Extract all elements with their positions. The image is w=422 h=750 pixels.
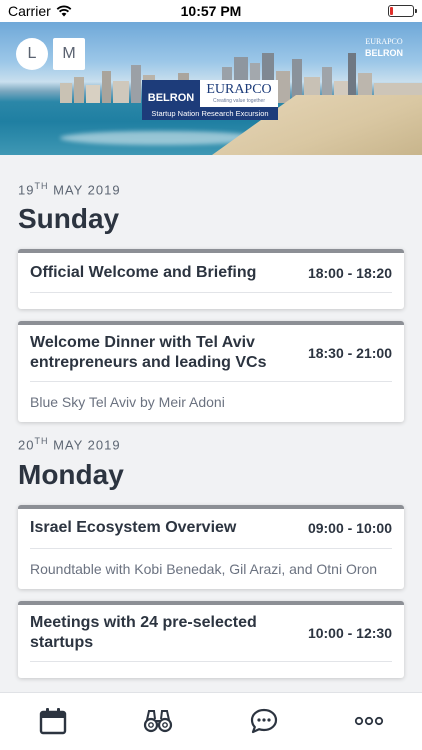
event-card[interactable]: Meetings with 24 pre-selected startups 1…	[18, 600, 404, 678]
header-banner: L M EURAPCO BELRON BELRON EURAPCO Creati…	[0, 22, 422, 155]
status-left: Carrier	[8, 3, 72, 19]
binoculars-icon	[144, 709, 173, 732]
day-heading: Sunday	[18, 203, 120, 235]
event-card-header: Meetings with 24 pre-selected startups 1…	[30, 605, 392, 662]
calendar-icon	[39, 707, 66, 734]
event-subtitle: Roundtable with Kobi Benedak, Gil Arazi,…	[30, 560, 378, 577]
event-name-strip: Startup Nation Research Excursion	[142, 107, 278, 120]
status-bar: Carrier 10:57 PM	[0, 0, 422, 22]
event-card[interactable]: Welcome Dinner with Tel Aviv entrepreneu…	[18, 321, 404, 423]
tab-more[interactable]	[339, 701, 399, 741]
agenda-list[interactable]: 19TH MAY 2019 Sunday Official Welcome an…	[0, 155, 422, 692]
eurapco-logo: EURAPCO Creating value together	[200, 80, 278, 107]
belron-logo: BELRON	[142, 80, 200, 107]
day-date: 19TH MAY 2019	[18, 181, 404, 197]
day-heading: Monday	[18, 458, 124, 490]
event-subtitle: Blue Sky Tel Aviv by Meir Adoni	[30, 394, 225, 411]
event-card-header: Israel Ecosystem Overview 09:00 - 10:00	[30, 509, 392, 549]
event-time: 10:00 - 12:30	[307, 624, 392, 641]
event-card-header: Welcome Dinner with Tel Aviv entrepreneu…	[30, 325, 392, 383]
battery-icon	[388, 5, 417, 17]
day-section: 20TH MAY 2019 Monday Israel Ecosystem Ov…	[0, 436, 422, 678]
chat-icon	[250, 708, 277, 733]
event-card-spacer	[30, 662, 392, 678]
more-icon	[355, 716, 384, 725]
profile-m-button[interactable]: M	[53, 38, 85, 70]
event-title: Israel Ecosystem Overview	[30, 519, 237, 537]
event-card[interactable]: Israel Ecosystem Overview 09:00 - 10:00 …	[18, 504, 404, 589]
tab-bar	[0, 692, 422, 750]
event-card-header: Official Welcome and Briefing 18:00 - 18…	[30, 253, 392, 294]
event-card-spacer	[30, 293, 392, 309]
day-date-number: 19	[18, 182, 35, 198]
wifi-icon	[56, 5, 72, 17]
day-date-suffix: TH	[34, 181, 49, 191]
tab-chat[interactable]	[234, 701, 294, 741]
corner-logo: EURAPCO BELRON	[360, 37, 408, 59]
day-date-month: MAY 2019	[48, 182, 121, 198]
day-date-number: 20	[18, 437, 35, 453]
tab-agenda[interactable]	[23, 701, 83, 741]
event-title: Welcome Dinner with Tel Aviv entrepreneu…	[30, 334, 267, 372]
event-card[interactable]: Official Welcome and Briefing 18:00 - 18…	[18, 249, 404, 310]
event-logo: BELRON EURAPCO Creating value together S…	[142, 80, 278, 120]
eurapco-tagline: Creating value together	[213, 98, 265, 104]
corner-logo-eurapco: EURAPCO	[365, 37, 403, 46]
tab-explore[interactable]	[128, 701, 188, 741]
eurapco-logo-text: EURAPCO	[206, 82, 272, 97]
corner-logo-belron: BELRON	[365, 47, 403, 58]
event-title: Meetings with 24 pre-selected startups	[30, 613, 257, 651]
event-title: Official Welcome and Briefing	[30, 263, 257, 281]
event-time: 18:30 - 21:00	[307, 345, 392, 362]
day-date-month: MAY 2019	[48, 437, 121, 453]
event-time: 09:00 - 10:00	[307, 520, 392, 537]
day-date: 20TH MAY 2019	[18, 436, 404, 452]
profile-l-button[interactable]: L	[16, 38, 48, 70]
carrier-label: Carrier	[8, 3, 51, 19]
battery-fill	[390, 7, 393, 15]
day-section: 19TH MAY 2019 Sunday Official Welcome an…	[0, 181, 422, 423]
event-logo-top: BELRON EURAPCO Creating value together	[142, 80, 278, 107]
event-time: 18:00 - 18:20	[307, 264, 392, 281]
day-date-suffix: TH	[34, 436, 49, 447]
